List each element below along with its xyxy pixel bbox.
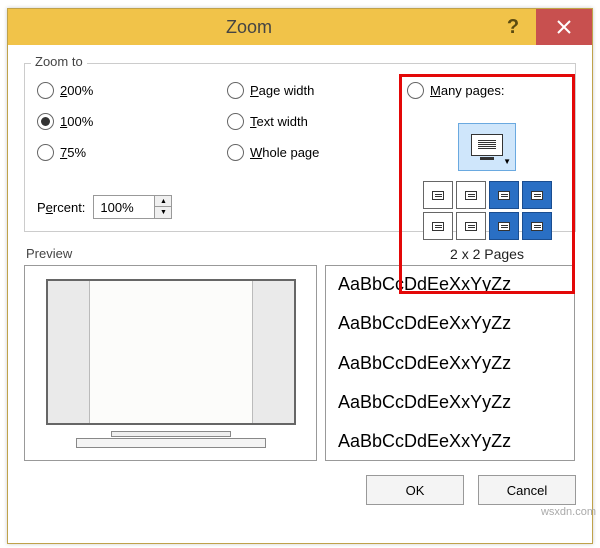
close-icon [557, 20, 571, 34]
sample-line: AaBbCcDdEeXxYyZz [338, 313, 562, 334]
dialog-body: Zoom to 200% 100% 75% Percent: ▲ ▼ [8, 45, 592, 517]
preview-base [76, 438, 266, 448]
grid-cell[interactable] [456, 212, 486, 240]
preview-screen [46, 279, 296, 425]
zoom-options-row: 200% 100% 75% Percent: ▲ ▼ [37, 82, 563, 219]
many-pages-button[interactable]: ▼ [458, 123, 516, 171]
grid-cell[interactable] [456, 181, 486, 209]
spinner-up[interactable]: ▲ [155, 196, 171, 207]
ok-button[interactable]: OK [366, 475, 464, 505]
dialog-title: Zoom [8, 9, 490, 45]
cancel-button[interactable]: Cancel [478, 475, 576, 505]
preview-monitor [24, 265, 317, 461]
radio-whole-page[interactable]: Whole page [227, 144, 407, 161]
zoom-col-fit: Page width Text width Whole page [227, 82, 407, 219]
radio-200[interactable]: 200% [37, 82, 227, 99]
pages-grid-label: 2 x 2 Pages [408, 246, 566, 262]
radio-75[interactable]: 75% [37, 144, 227, 161]
percent-input[interactable] [94, 196, 154, 218]
chevron-down-icon: ▼ [503, 157, 511, 166]
radio-100[interactable]: 100% [37, 113, 227, 130]
zoom-to-label: Zoom to [31, 54, 87, 69]
spinner-down[interactable]: ▼ [155, 207, 171, 218]
percent-spinner[interactable]: ▲ ▼ [93, 195, 172, 219]
percent-row: Percent: ▲ ▼ [37, 195, 227, 219]
zoom-col-percent: 200% 100% 75% Percent: ▲ ▼ [37, 82, 227, 219]
percent-label: Percent: [37, 200, 85, 215]
monitor-stand-icon [480, 157, 494, 160]
radio-page-width[interactable]: Page width [227, 82, 407, 99]
grid-cell[interactable] [423, 181, 453, 209]
monitor-icon [471, 134, 503, 156]
watermark: wsxdn.com [541, 506, 596, 518]
font-sample-box: AaBbCcDdEeXxYyZz AaBbCcDdEeXxYyZz AaBbCc… [325, 265, 575, 461]
grid-cell[interactable] [522, 212, 552, 240]
grid-cell[interactable] [489, 212, 519, 240]
sample-line: AaBbCcDdEeXxYyZz [338, 353, 562, 374]
sample-line: AaBbCcDdEeXxYyZz [338, 431, 562, 452]
radio-text-width[interactable]: Text width [227, 113, 407, 130]
grid-cell[interactable] [423, 212, 453, 240]
zoom-col-many: Many pages: ▼ [407, 82, 563, 219]
zoom-to-group: Zoom to 200% 100% 75% Percent: ▲ ▼ [24, 63, 576, 232]
zoom-dialog: Zoom ? Zoom to 200% 100% 75% Percent: [7, 8, 593, 544]
dialog-buttons: OK Cancel [24, 475, 576, 505]
titlebar: Zoom ? [8, 9, 592, 45]
pages-grid [408, 181, 566, 240]
preview-stand [111, 431, 231, 437]
sample-line: AaBbCcDdEeXxYyZz [338, 392, 562, 413]
many-pages-highlight: ▼ 2 x 2 Pages [399, 74, 575, 294]
grid-cell[interactable] [522, 181, 552, 209]
grid-cell[interactable] [489, 181, 519, 209]
preview-row: AaBbCcDdEeXxYyZz AaBbCcDdEeXxYyZz AaBbCc… [24, 265, 576, 461]
close-button[interactable] [536, 9, 592, 45]
help-button[interactable]: ? [490, 9, 536, 45]
